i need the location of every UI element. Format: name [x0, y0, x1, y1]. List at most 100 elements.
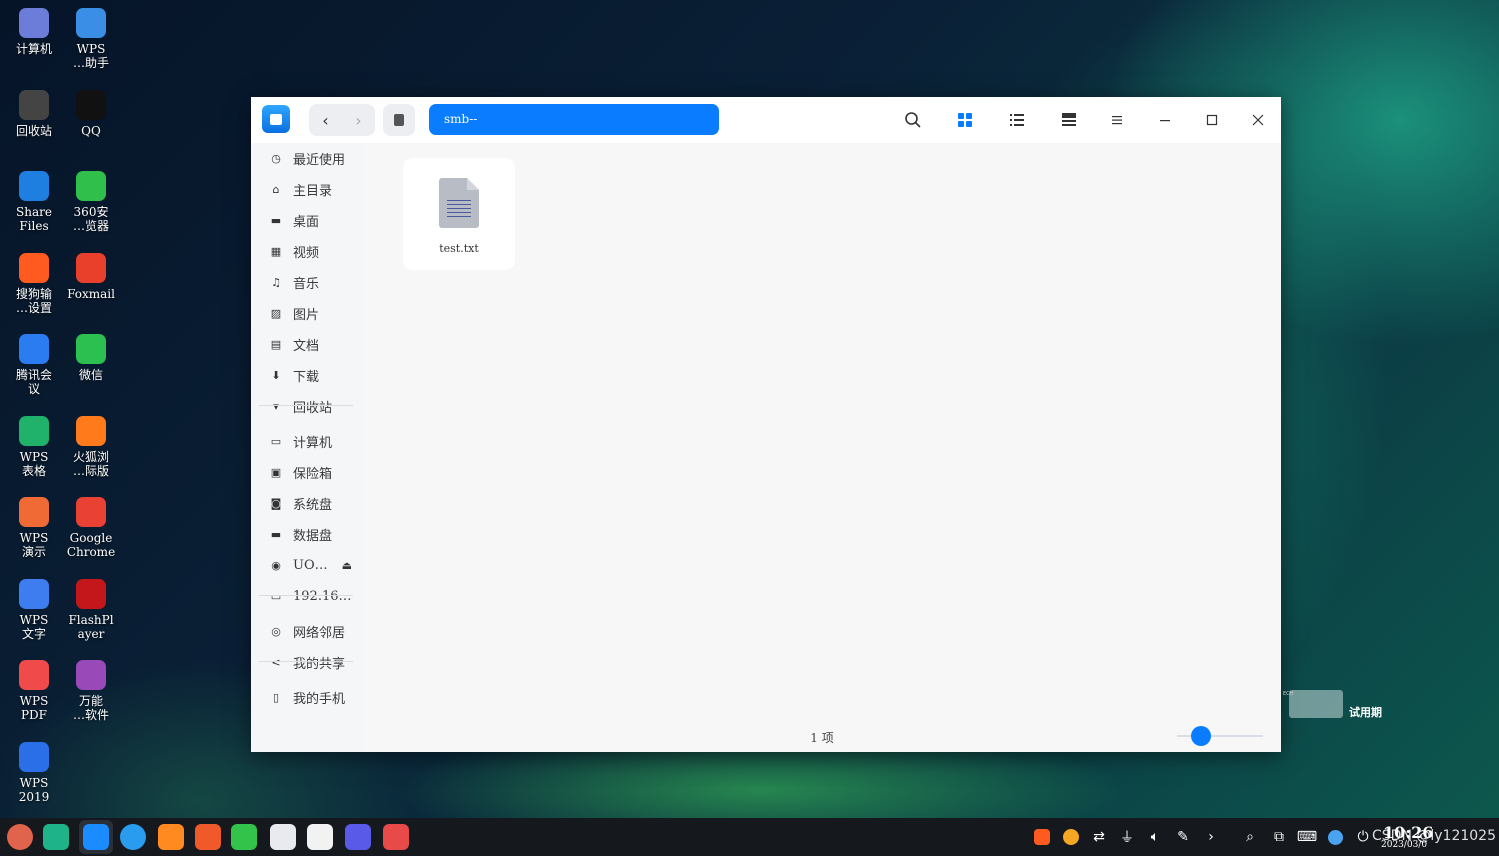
360-browser-icon — [76, 171, 106, 201]
desktop-icon[interactable]: 360安 …览器 — [64, 171, 118, 233]
file-item[interactable]: test.txt — [403, 158, 515, 270]
file-manager-window: ‹ › smb--share:server=192.168.0.134,shar… — [251, 97, 1281, 752]
desktop-icon-label: FlashPl ayer — [68, 612, 114, 641]
tray-network-icon[interactable] — [1326, 827, 1344, 847]
music-player-icon[interactable] — [231, 824, 257, 850]
list-view-button[interactable] — [1005, 108, 1029, 132]
desktop-icon-label: 腾讯会 议 — [15, 368, 52, 396]
sidebar-item[interactable]: ▦ 视频 — [259, 237, 355, 265]
tray-transfer-icon[interactable]: ⇄ — [1090, 827, 1108, 847]
sidebar-item[interactable]: ▭ 192.16… — [259, 582, 355, 610]
sidebar-item[interactable]: < 我的共享 — [259, 648, 355, 676]
sidebar-item[interactable]: ▨ 图片 — [259, 299, 355, 327]
minimize-button[interactable] — [1153, 108, 1177, 132]
desktop-icon[interactable]: 火狐浏 …际版 — [64, 415, 118, 478]
sidebar-item[interactable]: ▭ 计算机 — [259, 427, 355, 455]
desktop-icon-label: Google Chrome — [66, 531, 116, 559]
tray-update-icon[interactable] — [1062, 827, 1080, 847]
desktop-icon[interactable]: WPS 表格 — [7, 415, 61, 478]
qq-penguin-icon — [76, 89, 106, 120]
desktop-icon[interactable]: Google Chrome — [64, 497, 118, 559]
desktop-icon[interactable]: 计算机 — [7, 8, 61, 56]
multitask-icon[interactable] — [43, 824, 69, 850]
back-button[interactable]: ‹ — [309, 104, 342, 136]
sidebar-item[interactable]: ◉ UO… ⏏ — [259, 551, 355, 579]
tray-usb-icon[interactable]: ⏚ — [1118, 827, 1136, 847]
file-name: test.txt — [439, 242, 479, 255]
app-store-icon[interactable] — [158, 824, 184, 850]
file-manager-icon[interactable] — [83, 824, 109, 850]
detail-view-button[interactable] — [1057, 108, 1081, 132]
browser-icon[interactable] — [120, 824, 146, 850]
tray-pen-icon[interactable]: ✎ — [1174, 827, 1192, 847]
breadcrumb-device-button[interactable] — [383, 104, 415, 136]
desktop-icon[interactable]: WPS …助手 — [64, 8, 118, 70]
sidebar-item[interactable]: ♫ 音乐 — [259, 268, 355, 296]
desktop-icon-label: QQ — [81, 123, 101, 138]
firefox-icon — [76, 415, 106, 446]
sidebar-item-label: 我的手机 — [293, 691, 346, 707]
desktop-icon[interactable]: WPS PDF — [7, 660, 61, 722]
icon-view-icon — [958, 113, 972, 127]
maximize-icon — [1206, 114, 1218, 126]
icon-size-slider[interactable] — [1177, 726, 1263, 746]
sidebar-item[interactable]: ▯ 我的手机 — [259, 683, 355, 711]
desktop-icon[interactable]: Foxmail — [64, 252, 118, 301]
desktop-icon[interactable]: WPS 演示 — [7, 497, 61, 559]
tray-search-icon[interactable]: ⌕ — [1241, 827, 1259, 847]
address-bar[interactable]: smb--share:server=192.168.0.134,share=sh… — [429, 104, 725, 157]
eject-icon[interactable]: ⏏ — [342, 559, 352, 572]
photos-icon[interactable] — [195, 824, 221, 850]
tray-sogou-icon[interactable] — [1033, 827, 1051, 847]
maximize-button[interactable] — [1200, 108, 1224, 132]
sidebar-item[interactable]: ▬ 数据盘 — [259, 520, 355, 548]
close-button[interactable] — [1246, 108, 1270, 132]
sidebar-item[interactable]: ▾ 回收站 — [259, 392, 355, 420]
desktop-icon[interactable]: 回收站 — [7, 89, 61, 138]
sidebar-item[interactable]: ◙ 系统盘 — [259, 489, 355, 517]
clock-icon: ◷ — [271, 151, 281, 165]
close-icon — [1252, 114, 1264, 126]
file-manager-logo-icon — [262, 105, 290, 133]
desktop-icon[interactable]: Share Files — [7, 171, 61, 233]
desktop-icon[interactable]: WPS 文字 — [7, 578, 61, 641]
main-menu-button[interactable] — [1105, 108, 1129, 132]
sidebar-item[interactable]: ▣ 保险箱 — [259, 458, 355, 486]
tray-expand-icon[interactable]: › — [1202, 827, 1220, 847]
folder-icon — [19, 171, 49, 201]
sidebar-item[interactable]: ⌂ 主目录 — [259, 175, 355, 203]
desktop-icon[interactable]: 搜狗输 …设置 — [7, 252, 61, 315]
desktop-icon[interactable]: 万能 …软件 — [64, 660, 118, 722]
desktop-icon[interactable]: FlashPl ayer — [64, 578, 118, 641]
desktop-icon[interactable]: QQ — [64, 89, 118, 138]
document-viewer-icon[interactable] — [270, 824, 296, 850]
slider-handle[interactable] — [1191, 726, 1211, 746]
settings-icon[interactable] — [345, 824, 371, 850]
tray-power-icon[interactable]: ⏻ — [1354, 827, 1372, 847]
desktop-icon[interactable]: 微信 — [64, 334, 118, 382]
sidebar-item[interactable]: ◎ 网络邻居 — [259, 617, 355, 645]
desktop-icon[interactable]: 腾讯会 议 — [7, 334, 61, 396]
desktop-icon-label: 万能 …软件 — [72, 694, 109, 722]
computer-icon — [19, 8, 49, 38]
sidebar-item[interactable]: ⬇ 下载 — [259, 361, 355, 389]
sidebar-item[interactable]: ▬ 桌面 — [259, 206, 355, 234]
calendar-icon[interactable] — [307, 824, 333, 850]
tray-volume-icon[interactable]: 🔈︎ — [1146, 827, 1164, 847]
search-button[interactable] — [901, 108, 925, 132]
launcher-icon[interactable] — [7, 824, 33, 850]
network-icon: ◎ — [271, 624, 281, 638]
desktop-icon[interactable]: WPS 2019 — [7, 741, 61, 804]
sidebar-item-label: 数据盘 — [293, 528, 333, 544]
sidebar-item[interactable]: ◷ 最近使用 — [259, 144, 355, 172]
tray-keyboard-icon[interactable]: ⌨ — [1297, 827, 1317, 847]
forward-button[interactable]: › — [342, 104, 375, 136]
sidebar-item-label: 桌面 — [293, 214, 320, 230]
sidebar-item-label: 主目录 — [293, 183, 333, 199]
wps-slides-icon — [19, 497, 49, 527]
sidebar-item[interactable]: ▤ 文档 — [259, 330, 355, 358]
notes-icon[interactable] — [383, 824, 409, 850]
icon-view-button[interactable] — [953, 108, 977, 132]
tray-screenshot-icon[interactable]: ⧉ — [1270, 827, 1288, 847]
trash-icon — [19, 89, 49, 120]
